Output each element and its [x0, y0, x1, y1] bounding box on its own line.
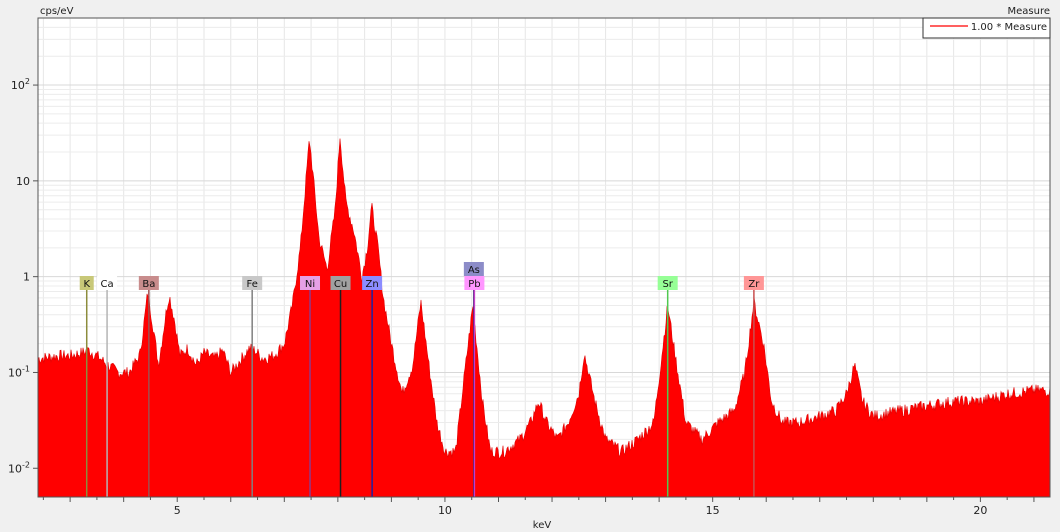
- y-axis: 10-2 10-1 1 10 102: [8, 77, 38, 475]
- element-label-ni: Ni: [305, 279, 315, 290]
- element-label-zr: Zr: [748, 279, 760, 290]
- element-label-ba: Ba: [142, 279, 155, 290]
- element-label-cu: Cu: [334, 279, 347, 290]
- y-tick-label: 10-2: [8, 460, 30, 475]
- x-tick-label: 20: [973, 504, 987, 517]
- x-tick-label: 10: [438, 504, 452, 517]
- x-tick-label: 5: [174, 504, 181, 517]
- element-label-k: K: [83, 279, 90, 290]
- legend: 1.00 * Measure: [922, 17, 1051, 39]
- element-label-as: As: [468, 265, 480, 276]
- y-axis-label: cps/eV: [40, 6, 74, 17]
- element-label-zn: Zn: [366, 279, 379, 290]
- element-label-fe: Fe: [247, 279, 258, 290]
- y-tick-label: 1: [23, 271, 30, 284]
- x-axis-label: keV: [533, 520, 552, 531]
- y-tick-label: 10-1: [8, 364, 30, 379]
- spectrum-chart: K Ca Ba Fe Ni Cu ZnAsPb Sr Zr 5 10 15 20 10-210-111…: [8, 6, 1051, 531]
- legend-series-label: 1.00 * Measure: [971, 22, 1047, 33]
- y-tick-label: 10: [16, 175, 30, 188]
- y-tick-label: 102: [11, 77, 30, 92]
- element-label-pb: Pb: [468, 279, 480, 290]
- element-label-sr: Sr: [662, 279, 673, 290]
- x-axis: 5 10 15 20: [42, 497, 1035, 517]
- chart-title: Measure: [1008, 6, 1051, 17]
- element-label-ca: Ca: [101, 279, 114, 290]
- x-tick-label: 15: [706, 504, 720, 517]
